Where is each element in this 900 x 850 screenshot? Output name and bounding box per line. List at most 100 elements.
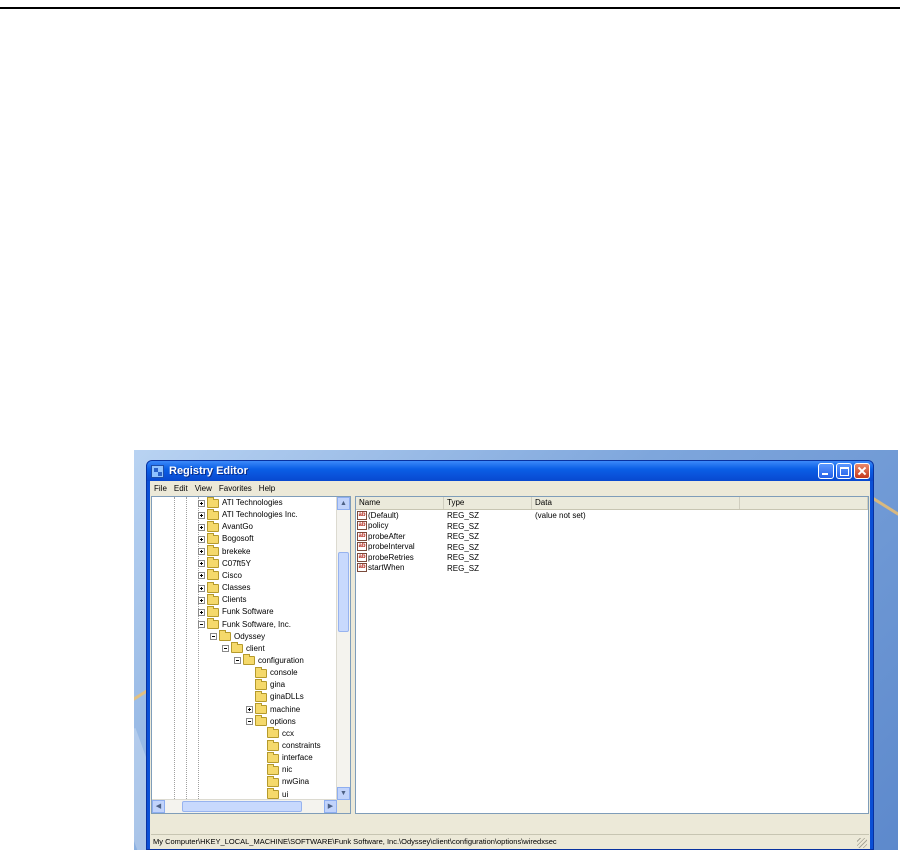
expand-plus-icon[interactable] bbox=[198, 584, 205, 592]
tree-node[interactable]: AvantGo bbox=[198, 520, 253, 533]
value-row[interactable]: ab (Default) REG_SZ (value not set) bbox=[356, 510, 868, 521]
menu-help[interactable]: Help bbox=[259, 484, 275, 493]
list-header: Name Type Data bbox=[356, 497, 868, 510]
expand-plus-icon[interactable] bbox=[198, 572, 205, 580]
tree-node[interactable]: Classes bbox=[198, 581, 250, 594]
tree-node[interactable]: wzc bbox=[258, 812, 296, 813]
expand-plus-icon[interactable] bbox=[198, 511, 205, 519]
menu-edit[interactable]: Edit bbox=[174, 484, 188, 493]
folder-icon bbox=[207, 520, 219, 532]
tree-node-label: configuration bbox=[258, 655, 304, 665]
tree-node-label: Cisco bbox=[222, 570, 243, 580]
tree-vertical-scrollbar[interactable]: ▲ ▼ bbox=[336, 497, 350, 800]
close-button[interactable] bbox=[854, 463, 870, 479]
registry-editor-app-icon[interactable] bbox=[151, 464, 164, 478]
tree-node-label: ATI Technologies bbox=[222, 498, 283, 507]
title-bar[interactable]: Registry Editor bbox=[147, 461, 873, 481]
collapse-minus-icon[interactable] bbox=[210, 633, 217, 641]
expand-plus-icon[interactable] bbox=[198, 548, 205, 556]
folder-icon bbox=[219, 630, 231, 642]
tree-node-label: C07ft5Y bbox=[222, 558, 251, 568]
value-row[interactable]: ab probeRetries REG_SZ bbox=[356, 552, 868, 563]
expand-plus-icon[interactable] bbox=[198, 535, 205, 543]
value-name-cell: ab policy bbox=[356, 521, 444, 532]
tree-node[interactable]: options bbox=[246, 715, 296, 728]
value-row[interactable]: ab startWhen REG_SZ bbox=[356, 563, 868, 574]
value-row[interactable]: ab probeInterval REG_SZ bbox=[356, 542, 868, 553]
tree-horizontal-scrollbar[interactable]: ◀ ▶ bbox=[152, 799, 337, 813]
expand-plus-icon[interactable] bbox=[198, 560, 205, 568]
tree-node-label: nwGina bbox=[282, 777, 310, 787]
menu-file[interactable]: File bbox=[154, 484, 167, 493]
collapse-minus-icon[interactable] bbox=[246, 718, 253, 726]
expand-plus-icon[interactable] bbox=[246, 706, 253, 714]
collapse-minus-icon[interactable] bbox=[234, 657, 241, 665]
tree-node[interactable]: ATI Technologies Inc. bbox=[198, 508, 298, 521]
tree-node[interactable]: nic bbox=[258, 763, 292, 776]
string-value-icon: ab bbox=[357, 521, 367, 531]
tree-node[interactable]: C07ft5Y bbox=[198, 557, 251, 570]
tree-node[interactable]: constraints bbox=[258, 739, 321, 752]
collapse-minus-icon[interactable] bbox=[198, 621, 205, 628]
column-header-name[interactable]: Name bbox=[356, 497, 444, 509]
tree-node[interactable]: ATI Technologies bbox=[198, 497, 283, 509]
value-data-cell bbox=[532, 531, 740, 542]
expand-plus-icon[interactable] bbox=[198, 523, 205, 531]
tree-node[interactable]: interface bbox=[258, 751, 313, 764]
tree-guide-line bbox=[186, 497, 187, 813]
tree-node[interactable]: nwGina bbox=[258, 775, 310, 788]
value-row[interactable]: ab policy REG_SZ bbox=[356, 521, 868, 532]
folder-icon bbox=[255, 703, 267, 715]
values-list-pane[interactable]: Name Type Data ab (Default) REG_SZ (value n… bbox=[355, 496, 869, 814]
tree-node[interactable]: Funk Software, Inc. bbox=[198, 618, 291, 631]
tree-node[interactable]: ccx bbox=[258, 727, 294, 740]
value-type-cell: REG_SZ bbox=[447, 542, 480, 552]
value-data-cell bbox=[532, 521, 740, 532]
resize-grip-icon[interactable] bbox=[857, 838, 867, 848]
tree-node[interactable]: console bbox=[246, 666, 298, 679]
value-name-cell: ab probeAfter bbox=[356, 531, 444, 542]
folder-icon bbox=[207, 545, 219, 557]
menu-view[interactable]: View bbox=[195, 484, 212, 493]
registry-editor-window: Registry Editor File Edit View Favorites… bbox=[146, 460, 874, 850]
tree-node[interactable]: machine bbox=[246, 703, 300, 716]
scroll-left-arrow-icon[interactable]: ◀ bbox=[152, 800, 165, 813]
tree-node[interactable]: Cisco bbox=[198, 569, 243, 582]
status-bar: My Computer\HKEY_LOCAL_MACHINE\SOFTWARE\… bbox=[151, 834, 869, 849]
value-row[interactable]: ab probeAfter REG_SZ bbox=[356, 531, 868, 542]
tree-node[interactable]: configuration bbox=[234, 654, 304, 667]
column-header-data[interactable]: Data bbox=[532, 497, 740, 509]
collapse-minus-icon[interactable] bbox=[222, 645, 229, 653]
scroll-right-arrow-icon[interactable]: ▶ bbox=[324, 800, 337, 813]
tree-node-label: Bogosoft bbox=[222, 534, 254, 544]
scroll-thumb[interactable] bbox=[182, 801, 302, 812]
tree-node[interactable]: Clients bbox=[198, 593, 246, 606]
column-header-type[interactable]: Type bbox=[444, 497, 532, 509]
value-type-cell: REG_SZ bbox=[447, 563, 480, 573]
folder-icon bbox=[267, 788, 279, 800]
scroll-down-arrow-icon[interactable]: ▼ bbox=[337, 787, 350, 800]
menu-favorites[interactable]: Favorites bbox=[219, 484, 252, 493]
string-value-icon: ab bbox=[357, 531, 367, 541]
key-tree-pane[interactable]: ATI Technologies ATI Technologies Inc. Ava… bbox=[151, 496, 351, 814]
maximize-button[interactable] bbox=[836, 463, 852, 479]
minimize-button[interactable] bbox=[818, 463, 834, 479]
tree-node[interactable]: Bogosoft bbox=[198, 532, 254, 545]
folder-icon bbox=[255, 690, 267, 702]
expand-plus-icon[interactable] bbox=[198, 596, 205, 604]
window-title: Registry Editor bbox=[169, 465, 248, 477]
tree-node[interactable]: Odyssey bbox=[210, 630, 265, 643]
string-value-icon: ab bbox=[357, 510, 367, 520]
expand-plus-icon[interactable] bbox=[198, 499, 205, 507]
expand-plus-icon[interactable] bbox=[198, 608, 205, 616]
tree-node[interactable]: client bbox=[222, 642, 265, 655]
scroll-thumb[interactable] bbox=[338, 552, 349, 632]
tree-guide-line bbox=[174, 497, 175, 813]
scroll-up-arrow-icon[interactable]: ▲ bbox=[337, 497, 350, 510]
value-name-cell: ab probeInterval bbox=[356, 542, 444, 553]
tree-node[interactable]: gina bbox=[246, 678, 285, 691]
tree-node[interactable]: Funk Software bbox=[198, 605, 274, 618]
tree-node[interactable]: brekeke bbox=[198, 545, 251, 558]
tree-node[interactable]: ginaDLLs bbox=[246, 690, 304, 703]
tree-node-label: brekeke bbox=[222, 546, 251, 556]
